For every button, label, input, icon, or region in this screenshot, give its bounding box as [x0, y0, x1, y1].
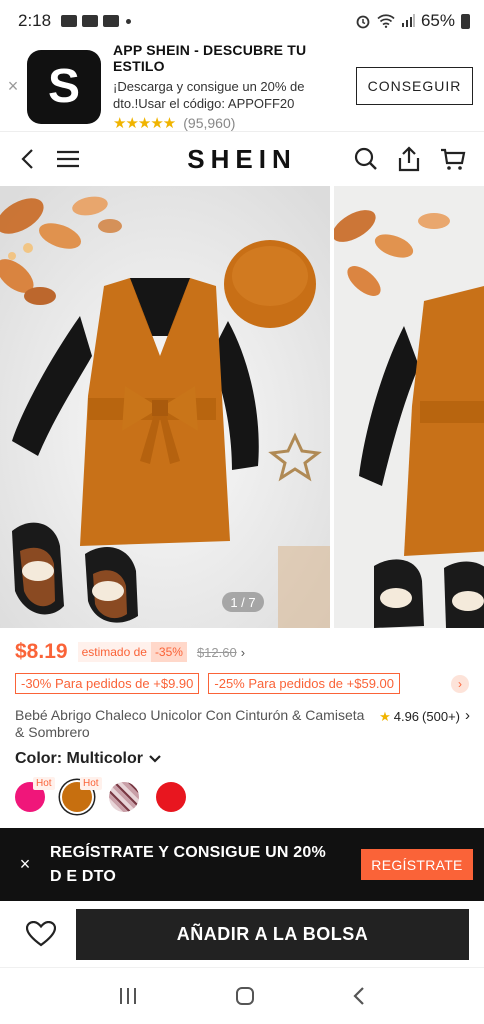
recent-apps-icon[interactable] — [118, 987, 138, 1005]
estimate-badge[interactable]: estimado de -35% — [77, 642, 187, 662]
current-price: $8.19 — [15, 640, 68, 663]
banner-text: APP SHEIN - DESCUBRE TU ESTILO ¡Descarga… — [113, 42, 343, 132]
color-label: Color: Multicolor — [15, 750, 143, 767]
signal-icon — [401, 14, 415, 27]
product-title: Bebé Abrigo Chaleco Unicolor Con Cinturó… — [15, 707, 365, 740]
hot-badge: Hot — [33, 777, 55, 790]
product-image-gallery[interactable]: 1 / 7 — [0, 186, 484, 628]
banner-close-icon[interactable]: × — [0, 76, 26, 97]
color-swatch-pink[interactable]: Hot — [15, 777, 55, 812]
home-icon[interactable] — [235, 986, 255, 1006]
share-icon[interactable] — [398, 146, 420, 172]
rating-chevron-icon: › — [465, 707, 470, 724]
menu-icon[interactable] — [56, 149, 80, 169]
rating-count: (500+) — [422, 709, 460, 724]
register-banner: × REGÍSTRATE Y CONSIGUE UN 20% D E DTO R… — [0, 828, 484, 901]
promo-row: -30% Para pedidos de +$9.90 -25% Para pe… — [15, 673, 400, 694]
banner-description: ¡Descarga y consigue un 20% de dto.!Usar… — [113, 78, 305, 111]
product-photo-illustration — [0, 186, 330, 628]
battery-percent: 65% — [420, 11, 455, 30]
price-chevron-icon[interactable]: › — [241, 645, 245, 660]
register-close-icon[interactable]: × — [0, 854, 50, 875]
color-selector[interactable]: Color: Multicolor — [15, 750, 161, 768]
product-photo-illustration-2 — [334, 186, 484, 628]
logo-letter: S — [47, 60, 80, 113]
estimate-label: estimado de — [81, 645, 147, 659]
search-icon[interactable] — [354, 147, 378, 171]
app-download-banner: × S APP SHEIN - DESCUBRE TU ESTILO ¡Desc… — [0, 42, 484, 132]
status-bar: 2:18 65% — [0, 0, 484, 42]
banner-title: APP SHEIN - DESCUBRE TU ESTILO — [113, 41, 307, 74]
rating-star-icon: ★ — [379, 709, 391, 724]
add-to-bag-button[interactable]: AÑADIR A LA BOLSA — [76, 909, 469, 960]
cart-icon[interactable] — [440, 147, 466, 171]
product-image-2[interactable] — [334, 186, 484, 628]
gallery-page-counter: 1 / 7 — [222, 592, 264, 612]
register-promo-text: REGÍSTRATE Y CONSIGUE UN 20% D E DTO — [50, 843, 326, 885]
product-title-row: Bebé Abrigo Chaleco Unicolor Con Cinturó… — [15, 707, 470, 741]
product-image-1[interactable]: 1 / 7 — [0, 186, 330, 628]
system-navigation-bar — [0, 967, 484, 1024]
banner-rating-count: (95,960) — [183, 114, 236, 131]
promo-tag-1[interactable]: -30% Para pedidos de +$9.90 — [15, 673, 200, 694]
battery-icon — [461, 13, 470, 29]
banner-rating: ★★★★★ (95,960) — [113, 114, 343, 132]
more-notifications-icon — [126, 18, 132, 24]
price-row: $8.19 estimado de -35% $12.60 › — [15, 640, 245, 664]
shein-app-logo: S — [27, 49, 101, 124]
promo-expand-icon[interactable]: › — [451, 675, 469, 693]
color-swatch-plaid[interactable] — [109, 782, 139, 812]
discount-percent: -35% — [150, 642, 187, 662]
notification-icons — [61, 15, 132, 27]
hot-badge: Hot — [80, 777, 102, 790]
product-rating[interactable]: ★ 4.96 (500+) › — [379, 707, 470, 741]
register-button[interactable]: REGÍSTRATE — [361, 849, 473, 880]
system-back-icon[interactable] — [352, 986, 366, 1006]
top-nav-bar: SHEIN — [0, 132, 484, 186]
back-icon[interactable] — [20, 148, 34, 170]
wishlist-heart-icon[interactable] — [26, 921, 56, 947]
alarm-icon — [356, 15, 370, 29]
get-app-button[interactable]: CONSEGUIR — [356, 67, 473, 105]
color-swatch-red[interactable] — [156, 782, 186, 812]
buy-bar: AÑADIR A LA BOLSA — [0, 901, 484, 967]
youtube-notification-icon — [82, 15, 99, 27]
original-price: $12.60 — [196, 644, 237, 660]
status-time: 2:18 — [18, 11, 52, 30]
promo-tag-2[interactable]: -25% Para pedidos de +$59.00 — [208, 673, 400, 694]
gallery-notification-icon — [61, 15, 78, 27]
color-swatch-camel[interactable]: Hot — [62, 777, 102, 812]
rating-stars-icon: ★★★★★ — [113, 114, 176, 132]
rating-value: 4.96 — [393, 709, 420, 724]
color-swatches: Hot Hot — [15, 777, 186, 812]
youtube-notification-icon-2 — [103, 15, 120, 27]
chevron-down-icon — [149, 755, 161, 763]
wifi-icon — [377, 14, 395, 28]
